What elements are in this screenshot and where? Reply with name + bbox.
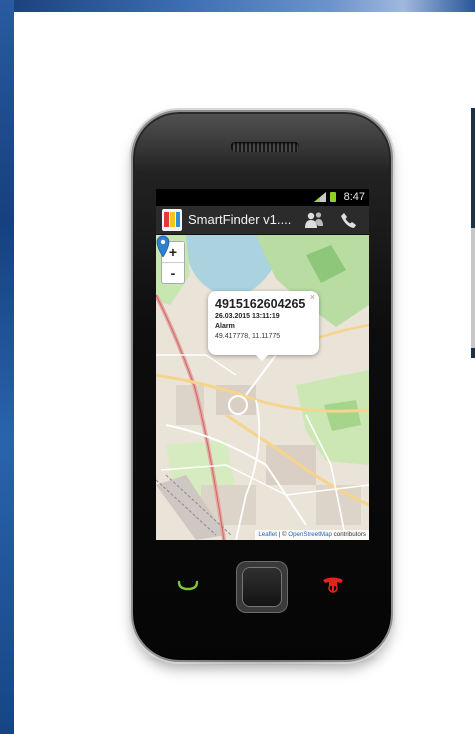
signal-icon [314, 192, 326, 202]
app-icon[interactable] [162, 209, 182, 231]
background-left-band [0, 0, 14, 734]
call-button-icon[interactable] [177, 580, 199, 592]
phone-shadow [138, 652, 386, 666]
status-bar: 8:47 [156, 189, 369, 206]
earpiece-speaker [231, 142, 299, 152]
map-tiles [156, 235, 369, 540]
map-marker-icon[interactable] [156, 235, 170, 257]
status-time: 8:47 [343, 191, 365, 203]
popup-datetime: 26.03.2015 13:11:19 [215, 313, 280, 320]
popup-event-type: Alarm [215, 323, 235, 330]
app-title: SmartFinder v1.... [188, 212, 292, 227]
background-top-band [0, 0, 475, 12]
action-bar: SmartFinder v1.... [156, 206, 369, 235]
osm-link[interactable]: OpenStreetMap [288, 531, 332, 538]
location-popup: × 4915162604265 26.03.2015 13:11:19 Alar… [208, 291, 319, 355]
popup-tip [255, 354, 269, 361]
contacts-icon[interactable] [304, 211, 324, 229]
leaflet-link[interactable]: Leaflet [258, 531, 277, 538]
home-button[interactable] [237, 562, 287, 612]
battery-icon [330, 192, 336, 202]
image-card: 8:47 SmartFinder v1.... + - × 4915162604… [14, 12, 475, 734]
zoom-out-button[interactable]: - [162, 262, 184, 282]
map-view[interactable]: + - × 4915162604265 26.03.2015 13:11:19 … [156, 235, 369, 540]
phone-screen: 8:47 SmartFinder v1.... + - × 4915162604… [156, 189, 369, 540]
end-call-button-icon[interactable] [321, 576, 345, 594]
popup-close-button[interactable]: × [310, 292, 315, 302]
background-right-strip [471, 108, 475, 358]
popup-coordinates: 49.417778, 11.11775 [215, 333, 281, 340]
popup-phone-number: 4915162604265 [215, 297, 306, 311]
phone-body: 8:47 SmartFinder v1.... + - × 4915162604… [133, 112, 391, 660]
phone-icon[interactable] [340, 211, 358, 229]
map-attribution: Leaflet | © OpenStreetMap contributors [255, 530, 369, 540]
